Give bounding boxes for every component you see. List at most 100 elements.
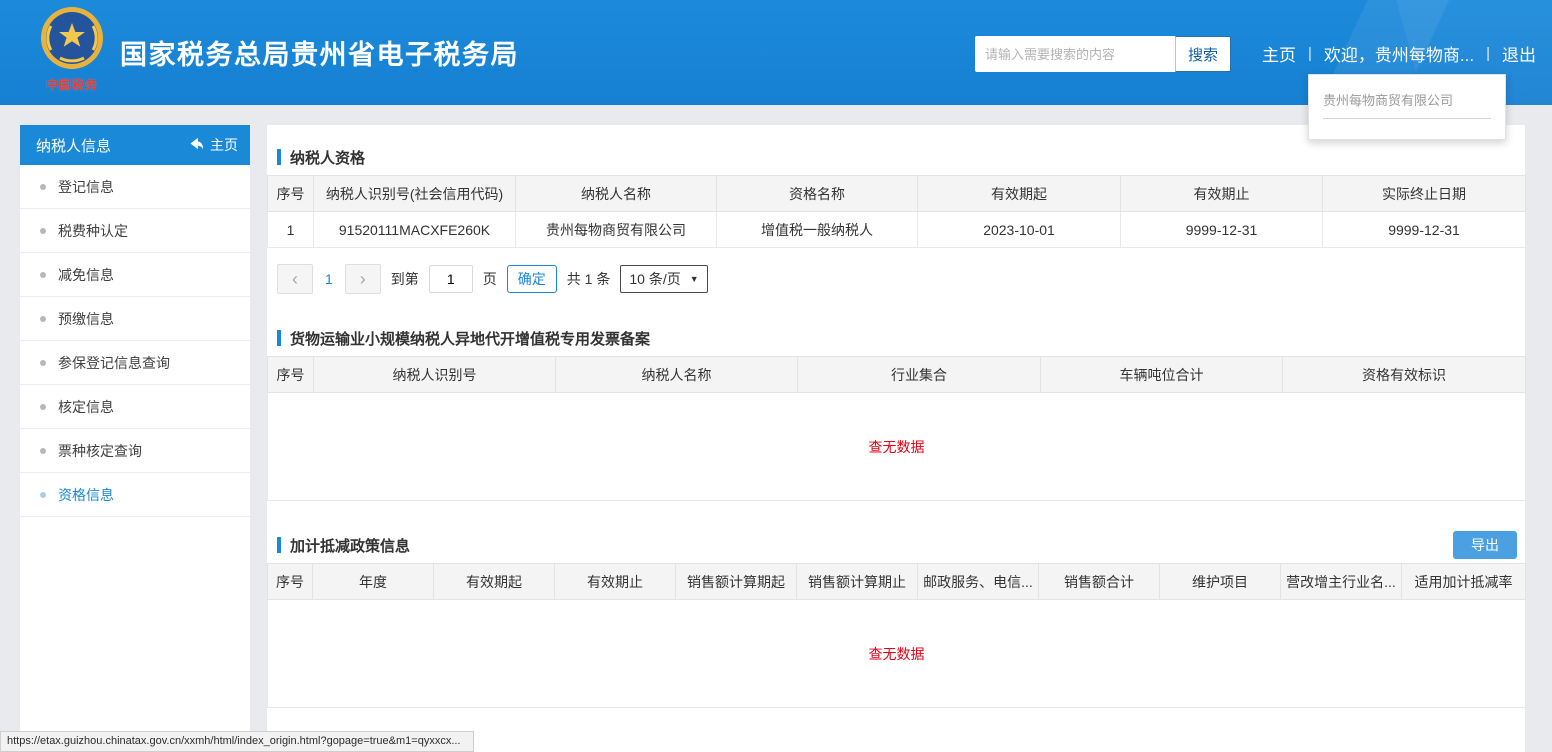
section-title: 货物运输业小规模纳税人异地代开增值税专用发票备案 (290, 328, 650, 349)
column-header: 营改增主行业名... (1281, 564, 1402, 600)
column-header: 序号 (268, 564, 313, 600)
column-header: 维护项目 (1160, 564, 1281, 600)
column-header: 资格名称 (717, 176, 918, 212)
sidebar-item-prepayment-info[interactable]: 预缴信息 (20, 297, 250, 341)
table-header-row: 序号 年度 有效期起 有效期止 销售额计算期起 销售额计算期止 邮政服务、电信.… (268, 564, 1526, 600)
bullet-icon (40, 228, 46, 234)
column-header: 有效期起 (434, 564, 555, 600)
column-header: 有效期止 (1121, 176, 1323, 212)
sidebar-item-invoice-type-query[interactable]: 票种核定查询 (20, 429, 250, 473)
logo-subtext: 中国税务 (34, 76, 110, 93)
nav-welcome-link[interactable]: 欢迎，贵州每物商... (1324, 41, 1474, 66)
goto-suffix-label: 页 (483, 269, 497, 289)
tax-bureau-logo: 中国税务 (34, 6, 110, 93)
section-title: 纳税人资格 (290, 147, 365, 168)
cell-taxpayer-name: 贵州每物商贸有限公司 (516, 212, 717, 248)
sidebar-item-qualification-info[interactable]: 资格信息 (20, 473, 250, 517)
section-title-row: 纳税人资格 (267, 139, 1525, 175)
column-header: 销售额计算期止 (797, 564, 918, 600)
sidebar-item-registration-info[interactable]: 登记信息 (20, 165, 250, 209)
no-data-message: 查无数据 (268, 393, 1526, 501)
column-header: 销售额计算期起 (676, 564, 797, 600)
column-header: 纳税人名称 (516, 176, 717, 212)
cell-qualification-name: 增值税一般纳税人 (717, 212, 918, 248)
current-page[interactable]: 1 (323, 271, 335, 287)
sidebar-header: 纳税人信息 主页 (20, 125, 250, 165)
pagination: ‹ 1 › 到第 页 确定 共 1 条 10 条/页 ▼ (277, 264, 1525, 294)
column-header: 行业集合 (798, 357, 1041, 393)
sidebar-item-reduction-info[interactable]: 减免信息 (20, 253, 250, 297)
column-header: 纳税人识别号(社会信用代码) (314, 176, 516, 212)
column-header: 邮政服务、电信... (918, 564, 1039, 600)
bullet-icon (40, 272, 46, 278)
column-header: 适用加计抵减率 (1402, 564, 1526, 600)
main-content: 纳税人资格 序号 纳税人识别号(社会信用代码) 纳税人名称 资格名称 有效期起 … (267, 125, 1525, 752)
page: 中国税务 国家税务总局贵州省电子税务局 搜索 主页 | 欢迎，贵州每物商... … (0, 0, 1552, 752)
page-number-input[interactable] (429, 265, 473, 293)
header-search: 搜索 (975, 36, 1231, 72)
column-header: 车辆吨位合计 (1041, 357, 1283, 393)
back-arrow-icon (189, 137, 204, 153)
header-nav: 主页 | 欢迎，贵州每物商... | 退出 (1262, 41, 1536, 66)
next-page-button[interactable]: › (345, 264, 381, 294)
account-company-item[interactable]: 贵州每物商贸有限公司 (1323, 90, 1491, 119)
qualification-table: 序号 纳税人识别号(社会信用代码) 纳税人名称 资格名称 有效期起 有效期止 实… (267, 175, 1526, 248)
section-marker (277, 149, 281, 165)
column-header: 年度 (313, 564, 434, 600)
nav-separator: | (1308, 45, 1312, 62)
search-input[interactable] (975, 36, 1175, 72)
sidebar-item-insurance-registration-query[interactable]: 参保登记信息查询 (20, 341, 250, 385)
cell-index: 1 (268, 212, 314, 248)
column-header: 纳税人识别号 (314, 357, 556, 393)
bullet-icon (40, 492, 46, 498)
deduction-table: 序号 年度 有效期起 有效期止 销售额计算期起 销售额计算期止 邮政服务、电信.… (267, 563, 1526, 708)
sidebar: 纳税人信息 主页 登记信息 税费种认定 减免信息 预缴信息 (20, 125, 250, 735)
emblem-icon (40, 6, 104, 70)
sidebar-home-link[interactable]: 主页 (189, 135, 238, 155)
column-header: 纳税人名称 (556, 357, 798, 393)
cell-valid-to: 9999-12-31 (1121, 212, 1323, 248)
prev-page-button[interactable]: ‹ (277, 264, 313, 294)
table-header-row: 序号 纳税人识别号(社会信用代码) 纳税人名称 资格名称 有效期起 有效期止 实… (268, 176, 1526, 212)
site-title: 国家税务总局贵州省电子税务局 (120, 33, 519, 72)
export-button[interactable]: 导出 (1453, 531, 1517, 559)
sidebar-title: 纳税人信息 (36, 135, 111, 156)
nav-separator: | (1486, 45, 1490, 62)
confirm-page-button[interactable]: 确定 (507, 265, 557, 293)
section-taxpayer-qualification: 纳税人资格 序号 纳税人识别号(社会信用代码) 纳税人名称 资格名称 有效期起 … (267, 139, 1525, 294)
section-transport-invoice-filing: 货物运输业小规模纳税人异地代开增值税专用发票备案 序号 纳税人识别号 纳税人名称… (267, 320, 1525, 501)
sidebar-home-label: 主页 (210, 135, 238, 155)
no-data-message: 查无数据 (268, 600, 1526, 708)
section-marker (277, 330, 281, 346)
section-additional-deduction-policy: 加计抵减政策信息 导出 序号 年度 有效期起 有效期止 销售额计算期起 (267, 527, 1525, 708)
column-header: 销售额合计 (1039, 564, 1160, 600)
search-button[interactable]: 搜索 (1175, 36, 1231, 72)
column-header: 有效期止 (555, 564, 676, 600)
column-header: 序号 (268, 176, 314, 212)
transport-table: 序号 纳税人识别号 纳税人名称 行业集合 车辆吨位合计 资格有效标识 查无数据 (267, 356, 1526, 501)
goto-prefix-label: 到第 (391, 269, 419, 289)
cell-actual-end-date: 9999-12-31 (1323, 212, 1526, 248)
bullet-icon (40, 404, 46, 410)
column-header: 有效期起 (918, 176, 1121, 212)
chevron-down-icon: ▼ (690, 274, 699, 284)
cell-valid-from: 2023-10-01 (918, 212, 1121, 248)
column-header: 实际终止日期 (1323, 176, 1526, 212)
bullet-icon (40, 316, 46, 322)
section-title-row: 加计抵减政策信息 导出 (267, 527, 1525, 563)
sidebar-item-assessment-info[interactable]: 核定信息 (20, 385, 250, 429)
empty-row: 查无数据 (268, 393, 1526, 501)
page-size-value: 10 条/页 (629, 269, 680, 289)
nav-logout-link[interactable]: 退出 (1502, 41, 1536, 66)
nav-home-link[interactable]: 主页 (1262, 41, 1296, 66)
empty-row: 查无数据 (268, 600, 1526, 708)
page-size-select[interactable]: 10 条/页 ▼ (620, 265, 707, 293)
account-dropdown: 贵州每物商贸有限公司 (1308, 74, 1506, 140)
section-marker (277, 537, 281, 553)
bullet-icon (40, 360, 46, 366)
bullet-icon (40, 184, 46, 190)
section-title: 加计抵减政策信息 (290, 535, 410, 556)
table-header-row: 序号 纳税人识别号 纳税人名称 行业集合 车辆吨位合计 资格有效标识 (268, 357, 1526, 393)
cell-taxpayer-id: 91520111MACXFE260K (314, 212, 516, 248)
sidebar-item-tax-type-determination[interactable]: 税费种认定 (20, 209, 250, 253)
